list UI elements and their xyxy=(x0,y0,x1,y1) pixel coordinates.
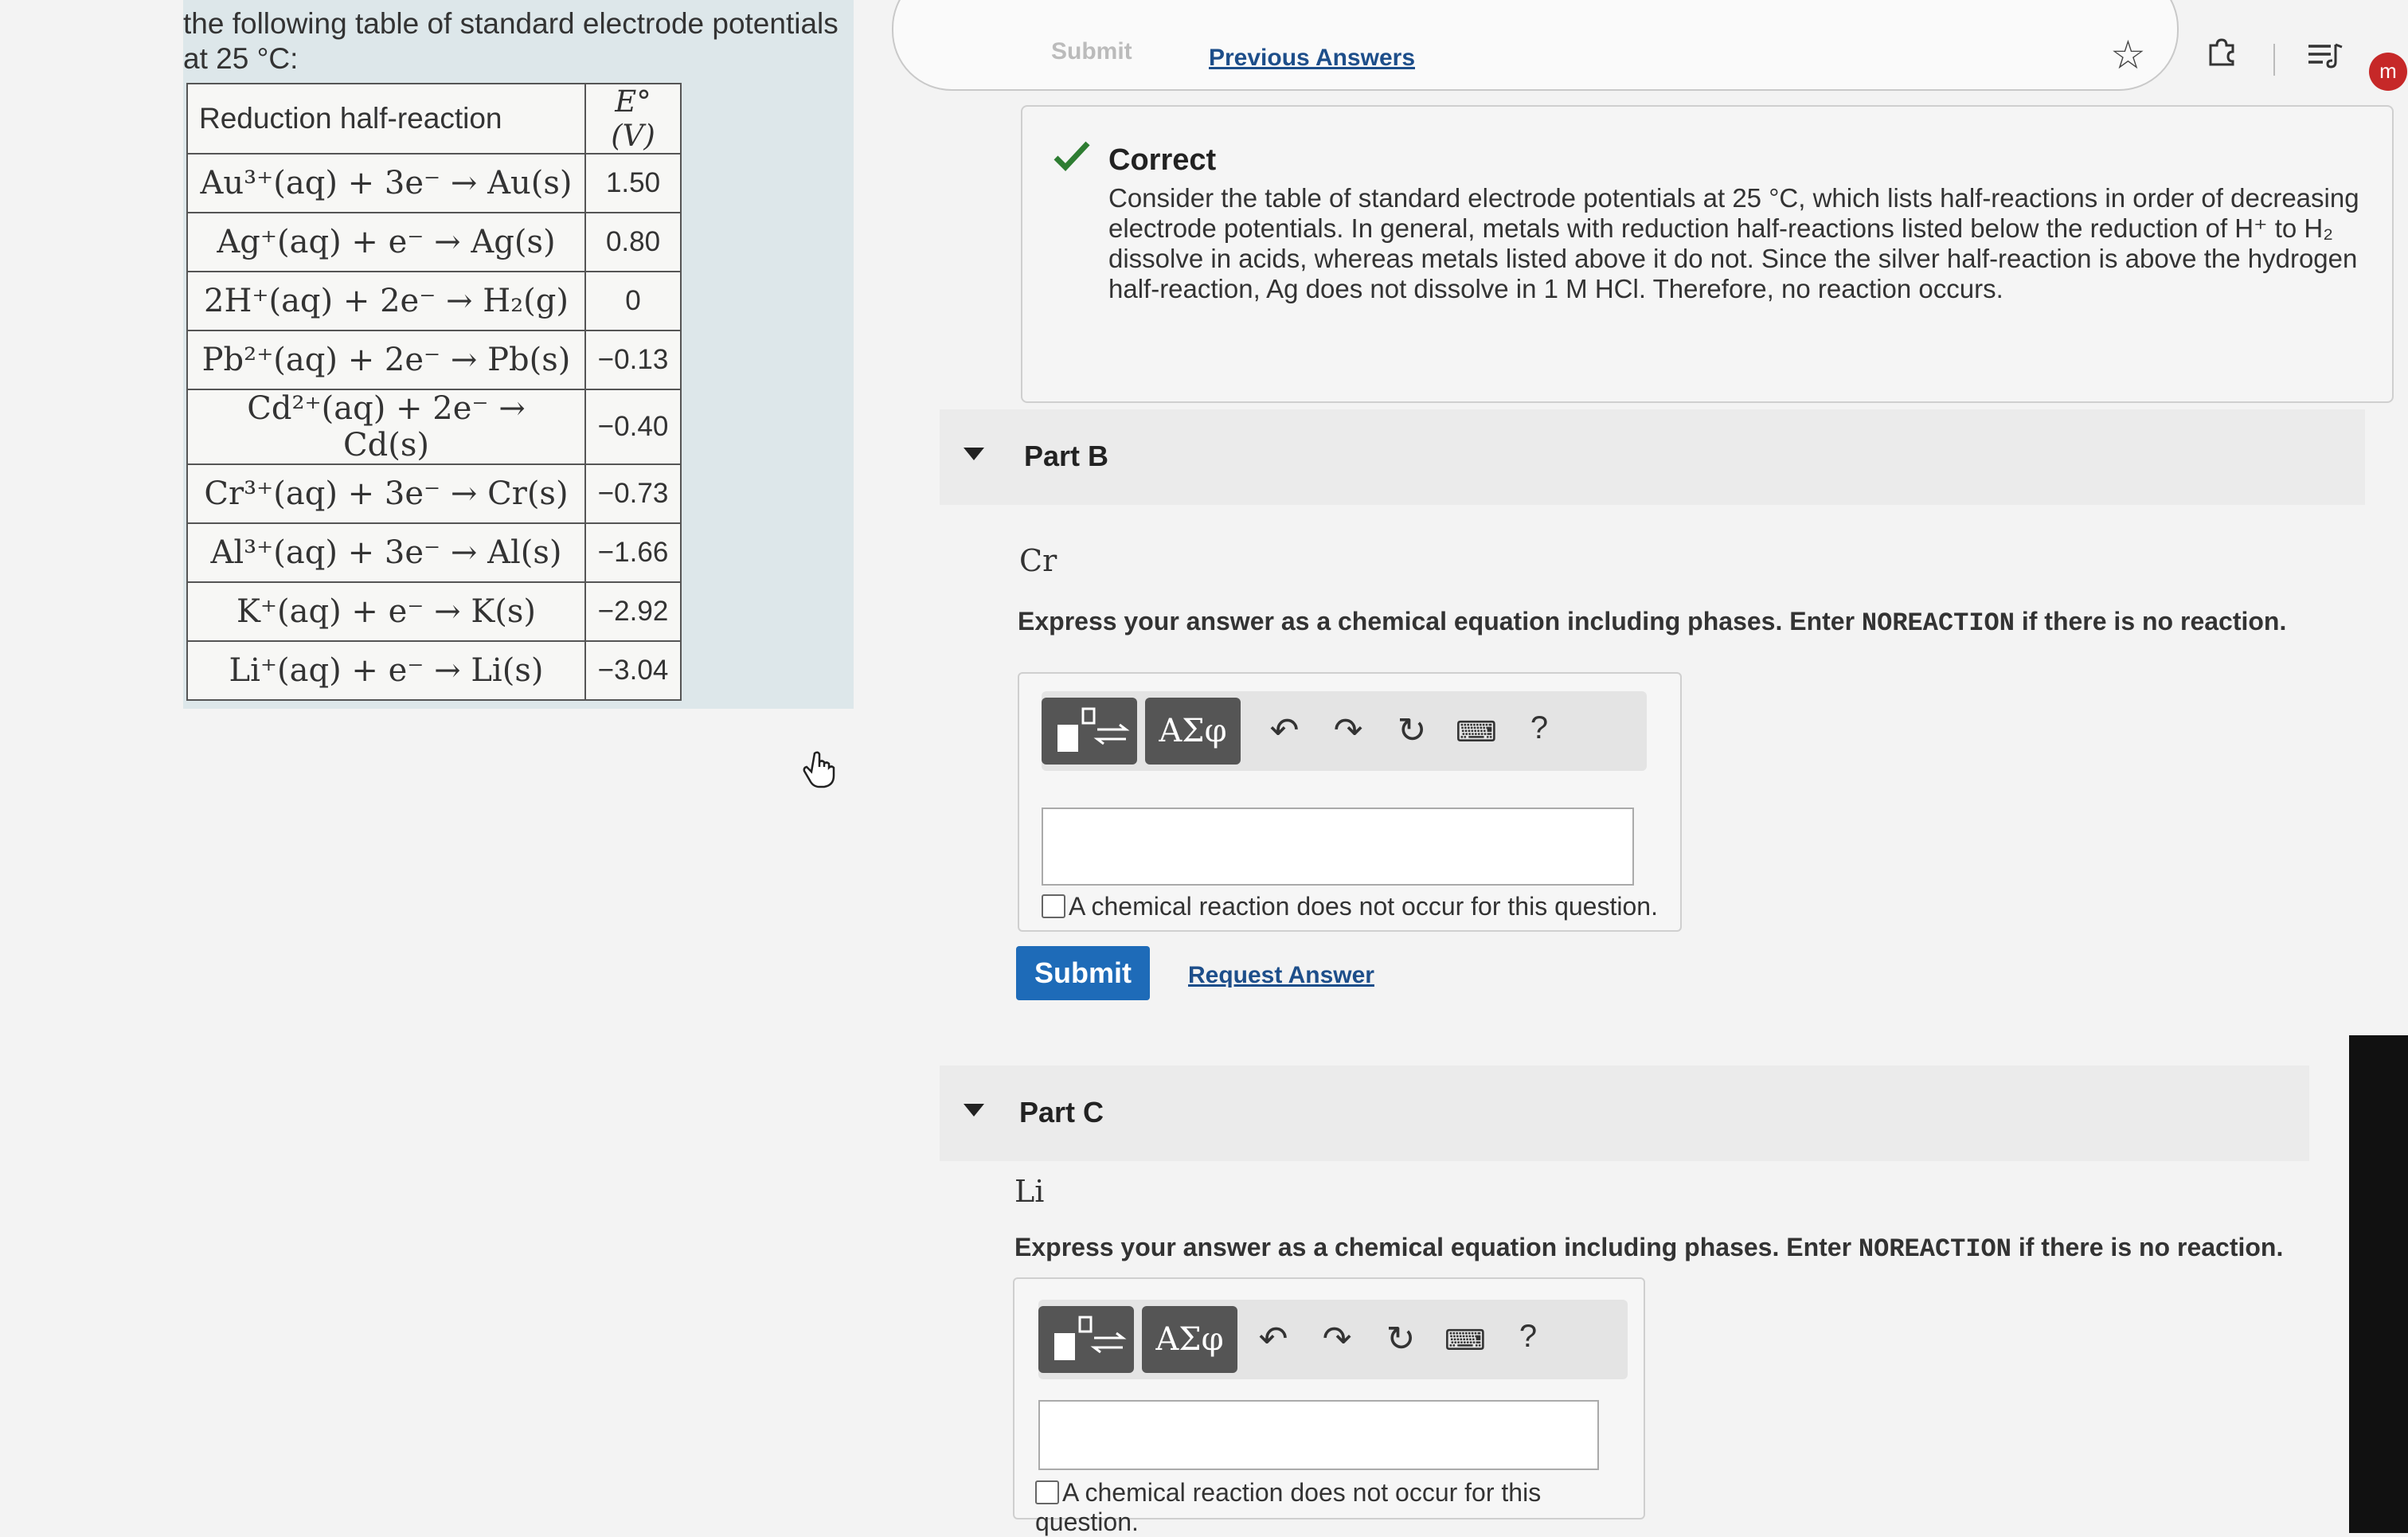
help-button[interactable]: ? xyxy=(1508,1319,1548,1355)
part-c-element: Li xyxy=(1014,1174,1045,1209)
part-b-answer-box: ΑΣφ ↶ ↷ ↻ ⌨ ? A chemical reaction does n… xyxy=(1018,672,1682,932)
reaction-cell: Ag⁺(aq) + e⁻ → Ag(s) xyxy=(186,212,586,272)
table-row: Au³⁺(aq) + 3e⁻ → Au(s) 1.50 xyxy=(186,153,682,213)
intro-line-1: the following table of standard electrod… xyxy=(183,7,838,40)
header-potential: E° (V) xyxy=(584,83,682,154)
answer-input[interactable] xyxy=(1042,808,1634,886)
correct-feedback-box: Correct Consider the table of standard e… xyxy=(1021,105,2394,403)
table-intro: the following table of standard electrod… xyxy=(183,6,868,76)
potential-cell: −3.04 xyxy=(584,640,682,701)
undo-icon[interactable]: ↶ xyxy=(1253,1319,1293,1359)
table-row: K⁺(aq) + e⁻ → K(s) −2.92 xyxy=(186,581,682,642)
collapse-triangle-icon[interactable] xyxy=(964,448,984,460)
part-b-element: Cr xyxy=(1019,543,1057,578)
part-b-title: Part B xyxy=(1024,440,1109,472)
no-reaction-label: A chemical reaction does not occur for t… xyxy=(1035,1478,1542,1536)
table-row: 2H⁺(aq) + 2e⁻ → H₂(g) 0 xyxy=(186,271,682,331)
part-c-instruction: Express your answer as a chemical equati… xyxy=(1014,1233,2284,1264)
request-answer-link[interactable]: Request Answer xyxy=(1188,962,1374,989)
header-reaction: Reduction half-reaction xyxy=(186,83,586,154)
toolbar-separator xyxy=(2273,44,2275,76)
reaction-cell: 2H⁺(aq) + 2e⁻ → H₂(g) xyxy=(186,271,586,331)
math-toolbar: ΑΣφ ↶ ↷ ↻ ⌨ ? xyxy=(1038,1300,1628,1379)
hand-cursor-icon xyxy=(803,751,835,788)
no-reaction-checkbox[interactable] xyxy=(1035,1480,1059,1504)
table-header-row: Reduction half-reaction E° (V) xyxy=(186,83,682,154)
no-reaction-label: A chemical reaction does not occur for t… xyxy=(1069,892,1658,921)
part-b-instruction: Express your answer as a chemical equati… xyxy=(1018,607,2287,638)
redo-icon[interactable]: ↷ xyxy=(1317,1319,1357,1359)
electrode-potential-table: Reduction half-reaction E° (V) Au³⁺(aq) … xyxy=(186,83,682,701)
reaction-cell: Cd²⁺(aq) + 2e⁻ → Cd(s) xyxy=(186,389,586,465)
potential-cell: −0.73 xyxy=(584,463,682,524)
potential-cell: 0 xyxy=(584,271,682,331)
template-button[interactable] xyxy=(1042,698,1137,765)
potential-cell: 1.50 xyxy=(584,153,682,213)
part-c-header[interactable]: Part C xyxy=(940,1066,2309,1161)
help-button[interactable]: ? xyxy=(1519,710,1559,746)
keyboard-icon[interactable]: ⌨ xyxy=(1444,1324,1486,1357)
template-button[interactable] xyxy=(1038,1306,1134,1373)
table-row: Cr³⁺(aq) + 3e⁻ → Cr(s) −0.73 xyxy=(186,463,682,524)
feedback-title: Correct xyxy=(1108,143,1217,177)
math-toolbar: ΑΣφ ↶ ↷ ↻ ⌨ ? xyxy=(1042,691,1647,771)
potential-cell: −0.13 xyxy=(584,330,682,390)
redo-icon[interactable]: ↷ xyxy=(1328,710,1368,751)
reaction-cell: Cr³⁺(aq) + 3e⁻ → Cr(s) xyxy=(186,463,586,524)
intro-line-2: at 25 °C: xyxy=(183,42,299,75)
answer-input[interactable] xyxy=(1038,1400,1599,1470)
part-b-header[interactable]: Part B xyxy=(940,409,2365,505)
keyboard-icon[interactable]: ⌨ xyxy=(1456,715,1497,749)
template-icon xyxy=(1054,1316,1127,1360)
media-queue-icon[interactable] xyxy=(2305,40,2345,72)
no-reaction-checkbox-row[interactable]: A chemical reaction does not occur for t… xyxy=(1042,892,1658,921)
reset-icon[interactable]: ↻ xyxy=(1392,710,1432,751)
previous-submit-button[interactable]: Submit xyxy=(1051,38,1132,65)
potential-cell: 0.80 xyxy=(584,212,682,272)
potential-cell: −0.40 xyxy=(584,389,682,465)
reaction-cell: Li⁺(aq) + e⁻ → Li(s) xyxy=(186,640,586,701)
profile-avatar[interactable]: m xyxy=(2369,53,2407,91)
table-row: Al³⁺(aq) + 3e⁻ → Al(s) −1.66 xyxy=(186,522,682,583)
collapse-triangle-icon[interactable] xyxy=(964,1104,984,1117)
table-row: Cd²⁺(aq) + 2e⁻ → Cd(s) −0.40 xyxy=(186,389,682,465)
checkmark-icon xyxy=(1054,141,1090,172)
no-reaction-checkbox-row[interactable]: A chemical reaction does not occur for t… xyxy=(1035,1478,1644,1537)
previous-answers-link[interactable]: Previous Answers xyxy=(1209,45,1415,72)
part-c-answer-box: ΑΣφ ↶ ↷ ↻ ⌨ ? A chemical reaction does n… xyxy=(1013,1277,1645,1536)
reaction-cell: Au³⁺(aq) + 3e⁻ → Au(s) xyxy=(186,153,586,213)
greek-symbols-button[interactable]: ΑΣφ xyxy=(1145,698,1241,765)
table-row: Li⁺(aq) + e⁻ → Li(s) −3.04 xyxy=(186,640,682,701)
reaction-cell: Al³⁺(aq) + 3e⁻ → Al(s) xyxy=(186,522,586,583)
reset-icon[interactable]: ↻ xyxy=(1381,1319,1421,1359)
potential-cell: −2.92 xyxy=(584,581,682,642)
template-icon xyxy=(1057,707,1130,752)
greek-symbols-button[interactable]: ΑΣφ xyxy=(1142,1306,1237,1373)
bookmark-star-icon[interactable]: ☆ xyxy=(2110,32,2146,78)
screen-bezel xyxy=(2349,1035,2408,1533)
no-reaction-checkbox[interactable] xyxy=(1042,894,1065,918)
table-row: Ag⁺(aq) + e⁻ → Ag(s) 0.80 xyxy=(186,212,682,272)
part-c-title: Part C xyxy=(1019,1096,1104,1128)
potential-cell: −1.66 xyxy=(584,522,682,583)
table-row: Pb²⁺(aq) + 2e⁻ → Pb(s) −0.13 xyxy=(186,330,682,390)
extensions-puzzle-icon[interactable] xyxy=(2206,36,2238,68)
submit-button[interactable]: Submit xyxy=(1016,946,1150,1000)
undo-icon[interactable]: ↶ xyxy=(1265,710,1304,751)
reaction-cell: Pb²⁺(aq) + 2e⁻ → Pb(s) xyxy=(186,330,586,390)
feedback-text: Consider the table of standard electrode… xyxy=(1108,183,2359,303)
reaction-cell: K⁺(aq) + e⁻ → K(s) xyxy=(186,581,586,642)
